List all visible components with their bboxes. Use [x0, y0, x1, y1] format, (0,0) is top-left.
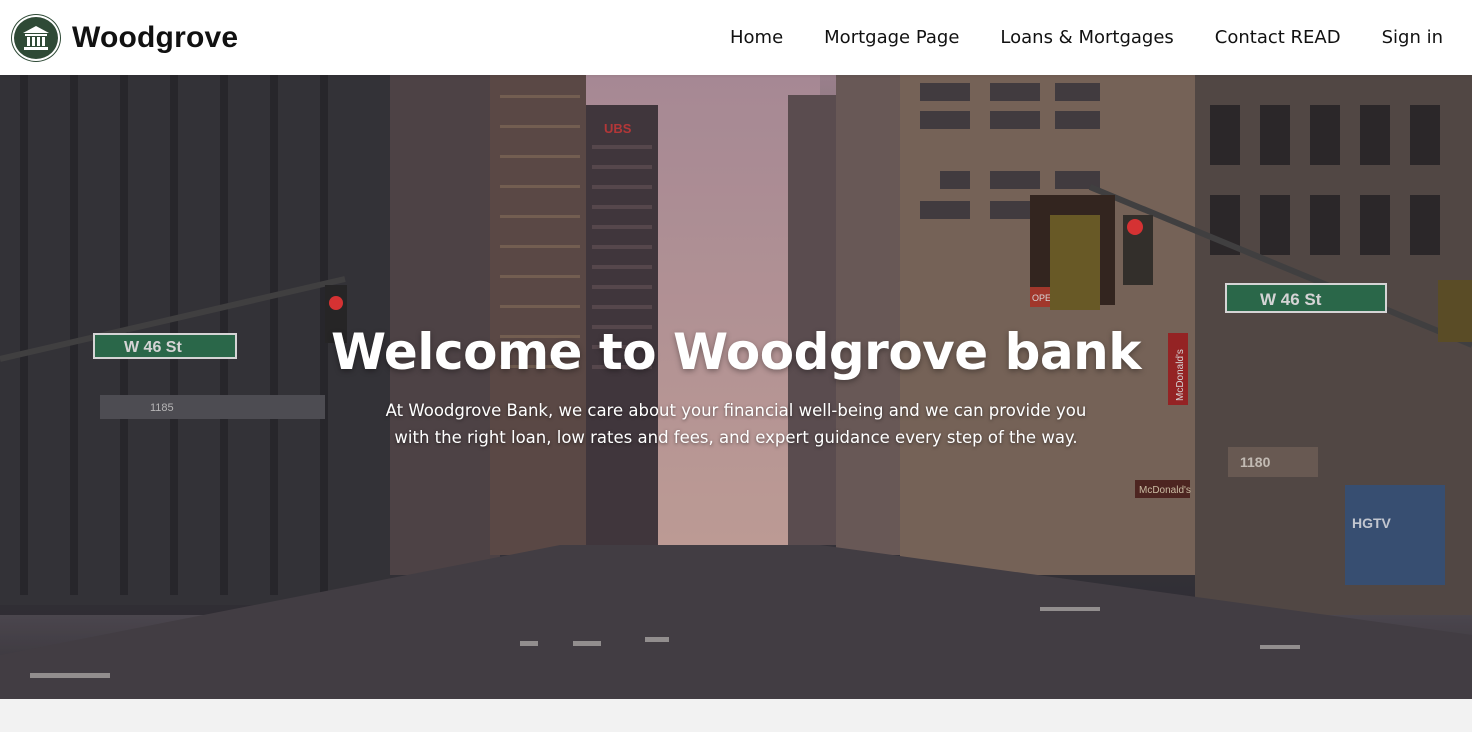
- main-nav: Home Mortgage Page Loans & Mortgages Con…: [730, 27, 1443, 48]
- page-bottom-strip: [0, 699, 1472, 732]
- site-header: Woodgrove Home Mortgage Page Loans & Mor…: [0, 0, 1472, 75]
- brand-name: Woodgrove: [72, 20, 239, 54]
- nav-sign-in[interactable]: Sign in: [1382, 27, 1443, 48]
- hero-title: Welcome to Woodgrove bank: [331, 323, 1141, 381]
- hero-description: At Woodgrove Bank, we care about your fi…: [385, 401, 1087, 447]
- nav-loans-mortgages[interactable]: Loans & Mortgages: [1000, 27, 1173, 48]
- hero-banner: UBS 1185 1180 McDonald's McDonald's HGTV…: [0, 75, 1472, 699]
- brand-link[interactable]: Woodgrove: [12, 14, 239, 61]
- hero-content: Welcome to Woodgrove bank At Woodgrove B…: [0, 75, 1472, 699]
- nav-home[interactable]: Home: [730, 27, 783, 48]
- nav-contact[interactable]: Contact READ: [1215, 27, 1341, 48]
- bank-building-icon: [12, 14, 60, 61]
- nav-mortgage-page[interactable]: Mortgage Page: [824, 27, 959, 48]
